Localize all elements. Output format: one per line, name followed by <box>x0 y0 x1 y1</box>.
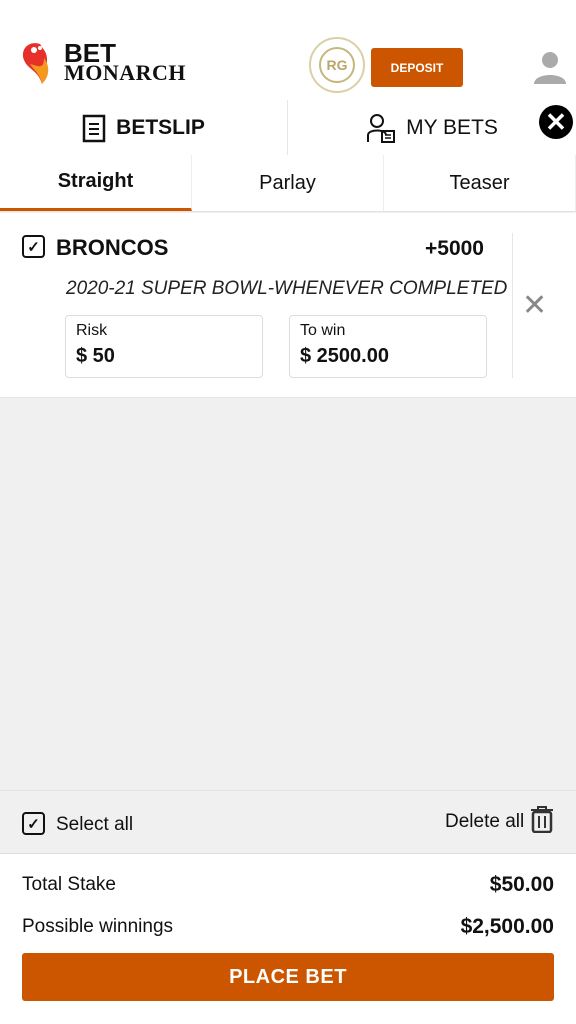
brand-bottom: MONARCH <box>64 60 187 85</box>
tab-my-bets-label: MY BETS <box>406 115 498 139</box>
tab-teaser[interactable]: Teaser <box>384 155 576 211</box>
tab-parlay[interactable]: Parlay <box>192 155 384 211</box>
user-account-icon[interactable] <box>533 50 567 84</box>
to-win-label: To win <box>300 322 346 339</box>
bet-summary: Total Stake $50.00 Possible winnings $2,… <box>0 855 576 1024</box>
close-betslip-icon[interactable]: ✕ <box>539 105 573 139</box>
bet-odds: +5000 <box>425 237 484 260</box>
to-win-value: $ 2500.00 <box>300 345 389 367</box>
total-stake-label: Total Stake <box>22 874 116 895</box>
trash-icon[interactable] <box>530 805 554 833</box>
delete-all-button[interactable]: Delete all <box>445 811 524 833</box>
risk-label: Risk <box>76 322 108 339</box>
butterfly-logo-icon <box>22 43 49 84</box>
select-all-label[interactable]: Select all <box>56 814 133 836</box>
rg-text: RG <box>319 47 355 83</box>
bet-item: ✓ BRONCOS +5000 2020-21 SUPER BOWL-WHENE… <box>0 213 576 398</box>
top-tabs: BETSLIP MY BETS <box>0 100 576 155</box>
remove-bet-icon[interactable]: ✕ <box>522 288 547 323</box>
risk-value: $ 50 <box>76 345 115 367</box>
tab-betslip-label: BETSLIP <box>116 115 205 139</box>
total-stake-value: $50.00 <box>489 873 554 896</box>
betslip-icon <box>82 114 106 142</box>
my-bets-icon <box>367 113 396 143</box>
bet-team: BRONCOS <box>56 235 169 260</box>
possible-winnings-value: $2,500.00 <box>460 915 554 938</box>
tab-betslip[interactable]: BETSLIP <box>0 100 288 155</box>
bulk-actions: ✓ Select all Delete all <box>0 790 576 854</box>
responsible-gaming-badge[interactable]: RG <box>309 37 365 93</box>
select-all-checkbox[interactable]: ✓ <box>22 812 45 835</box>
bet-checkbox[interactable]: ✓ <box>22 235 45 258</box>
place-bet-button[interactable]: PLACE BET <box>22 953 554 1001</box>
bet-event: 2020-21 SUPER BOWL-WHENEVER COMPLETED <box>66 278 508 299</box>
deposit-button[interactable]: DEPOSIT <box>371 48 463 87</box>
possible-winnings-label: Possible winnings <box>22 916 174 937</box>
bet-monarch-logo[interactable]: BET MONARCH <box>20 40 186 86</box>
header: BET MONARCH RG DEPOSIT <box>0 0 576 100</box>
empty-area <box>0 398 576 790</box>
bet-type-tabs: Straight Parlay Teaser <box>0 155 576 212</box>
to-win-input[interactable]: To win $ 2500.00 <box>289 315 487 378</box>
tab-straight[interactable]: Straight <box>0 155 192 211</box>
tab-my-bets[interactable]: MY BETS <box>288 100 576 155</box>
divider <box>512 233 513 378</box>
risk-input[interactable]: Risk $ 50 <box>65 315 263 378</box>
